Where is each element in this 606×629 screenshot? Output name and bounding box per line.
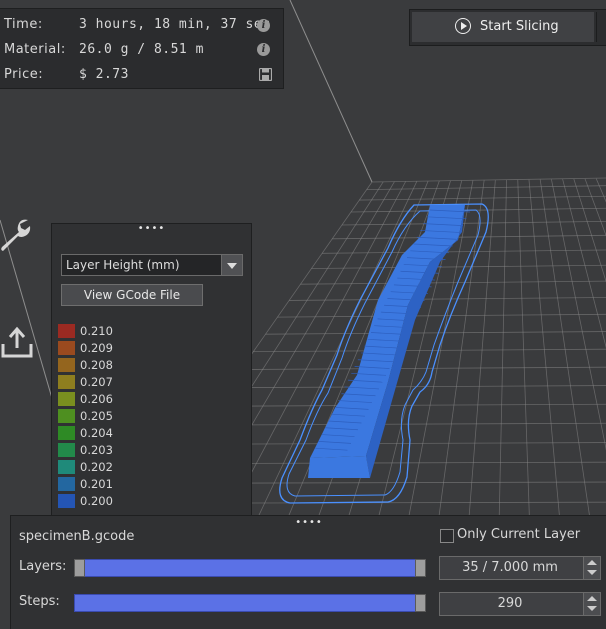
legend-value: 0.208 bbox=[80, 358, 113, 372]
time-value: 3 hours, 18 min, 37 sec bbox=[79, 17, 271, 32]
layer-height-legend-panel: •••• Layer Height (mm) View GCode File 0… bbox=[51, 223, 252, 522]
legend-swatch bbox=[58, 443, 75, 457]
gcode-filename: specimenB.gcode bbox=[19, 529, 134, 544]
specimen-front bbox=[308, 456, 370, 478]
wrench-icon[interactable] bbox=[0, 216, 34, 252]
upload-icon[interactable] bbox=[0, 326, 34, 358]
material-label: Material: bbox=[4, 42, 66, 57]
layers-slider-end-handle[interactable] bbox=[415, 559, 426, 577]
color-scheme-dropdown[interactable]: Layer Height (mm) bbox=[61, 254, 243, 276]
legend-value: 0.200 bbox=[80, 494, 113, 508]
time-label: Time: bbox=[4, 17, 43, 32]
start-slicing-button[interactable]: Start Slicing bbox=[412, 12, 594, 42]
legend-value: 0.203 bbox=[80, 443, 113, 457]
arrow-down-icon[interactable] bbox=[587, 606, 597, 611]
arrow-up-icon[interactable] bbox=[587, 560, 597, 565]
legend-swatch bbox=[58, 460, 75, 474]
layers-slider-start-handle[interactable] bbox=[74, 559, 85, 577]
steps-value: 290 bbox=[440, 596, 580, 611]
legend-swatch bbox=[58, 324, 75, 338]
layers-label: Layers: bbox=[19, 559, 66, 574]
legend-value: 0.206 bbox=[80, 392, 113, 406]
steps-label: Steps: bbox=[19, 594, 60, 609]
legend-value: 0.207 bbox=[80, 375, 113, 389]
info-icon[interactable]: i bbox=[257, 43, 270, 56]
legend-value: 0.205 bbox=[80, 409, 113, 423]
start-slicing-label: Start Slicing bbox=[480, 19, 559, 34]
legend-swatch bbox=[58, 358, 75, 372]
material-value: 26.0 g / 8.51 m bbox=[79, 42, 204, 57]
legend-value: 0.201 bbox=[80, 477, 113, 491]
panel-grip[interactable]: •••• bbox=[52, 224, 251, 240]
spin-buttons[interactable] bbox=[583, 593, 600, 615]
layer-viewer-panel: •••• specimenB.gcode Only Current Layer … bbox=[10, 515, 606, 629]
legend-swatch bbox=[58, 375, 75, 389]
legend-swatch bbox=[58, 409, 75, 423]
legend-swatch bbox=[58, 477, 75, 491]
view-gcode-button[interactable]: View GCode File bbox=[61, 284, 203, 306]
layers-slider[interactable] bbox=[74, 559, 426, 577]
legend-swatch bbox=[58, 341, 75, 355]
steps-slider[interactable] bbox=[74, 594, 426, 612]
layers-value: 35 / 7.000 mm bbox=[440, 560, 580, 575]
legend-value: 0.209 bbox=[80, 341, 113, 355]
layers-spinbox[interactable]: 35 / 7.000 mm bbox=[439, 556, 601, 580]
divider bbox=[596, 12, 597, 42]
only-current-layer-label: Only Current Layer bbox=[457, 527, 580, 542]
price-value: $ 2.73 bbox=[79, 67, 129, 82]
legend-value: 0.202 bbox=[80, 460, 113, 474]
steps-slider-handle[interactable] bbox=[415, 594, 426, 612]
legend-swatch bbox=[58, 426, 75, 440]
price-label: Price: bbox=[4, 67, 43, 82]
arrow-down-icon[interactable] bbox=[587, 570, 597, 575]
only-current-layer-checkbox[interactable] bbox=[440, 529, 454, 543]
play-icon bbox=[455, 18, 471, 34]
info-icon[interactable]: i bbox=[257, 19, 270, 32]
save-icon[interactable] bbox=[259, 68, 272, 81]
legend-swatch bbox=[58, 494, 75, 508]
print-info-panel: Time: 3 hours, 18 min, 37 sec i Material… bbox=[0, 8, 284, 89]
legend-swatch bbox=[58, 392, 75, 406]
legend-value: 0.210 bbox=[80, 324, 113, 338]
chevron-down-icon bbox=[221, 255, 242, 275]
slicing-bar: Start Slicing bbox=[409, 9, 606, 46]
steps-spinbox[interactable]: 290 bbox=[439, 592, 601, 616]
arrow-up-icon[interactable] bbox=[587, 596, 597, 601]
spin-buttons[interactable] bbox=[583, 557, 600, 579]
color-scheme-value: Layer Height (mm) bbox=[66, 258, 180, 272]
legend-value: 0.204 bbox=[80, 426, 113, 440]
